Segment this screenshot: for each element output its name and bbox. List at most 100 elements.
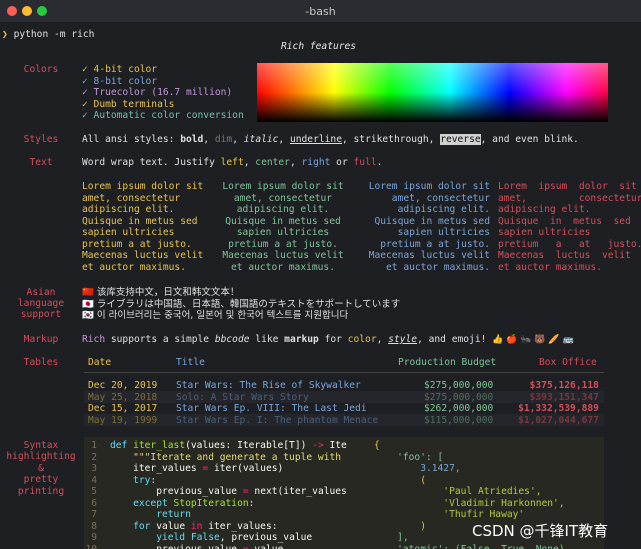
terminal-window: -bash ❯ python -m rich Rich features Col… [0, 0, 641, 549]
label-syntax-2: highlighting [6, 451, 76, 462]
pretty-print-line: 3.1427, [374, 463, 461, 474]
lorem-line: adipiscing elit. [498, 204, 591, 215]
label-asian-line1: Asian [26, 287, 56, 298]
table-cell-budget: $262,000,000 [424, 403, 494, 414]
prompt-arrow: ❯ [2, 29, 8, 40]
code-token: previous_value [110, 486, 243, 497]
color-feature-item: ✓ 8-bit color [82, 75, 158, 87]
style-italic: italic [243, 134, 279, 145]
code-token: (values: Iterable[T]) [185, 440, 313, 451]
code-token: value [248, 543, 284, 549]
justify-center-word: center [255, 157, 290, 168]
style-reverse: reverse [440, 134, 481, 145]
code-token: iter(values) [208, 463, 284, 474]
label-syntax-1: Syntax [23, 440, 59, 451]
lorem-line: et auctor maximus. [498, 261, 602, 273]
wrap-justify-line: Word wrap text. Justify left, center, ri… [82, 157, 383, 168]
prompt-line: ❯ python -m rich [2, 29, 94, 41]
flag-icon: 🇰🇷 [82, 310, 94, 321]
label-syntax-5: printing [17, 486, 65, 497]
code-line: iter_values = iter(values) [110, 463, 283, 475]
markup-color-word: color [347, 334, 377, 345]
lorem-line: Quisque in metus sed [498, 215, 631, 227]
table-header-rule [84, 372, 604, 373]
justify-full-word: full [353, 157, 377, 168]
label-styles: Styles [23, 134, 59, 145]
pretty-print-line: { [374, 440, 380, 451]
asian-sample-line: 🇯🇵 ライブラリは中国語、日本語、韓国語のテキストをサポートしています [82, 299, 400, 311]
label-markup: Markup [23, 334, 59, 345]
lorem-line: Maecenas luctus velit [368, 250, 490, 261]
lorem-line: et auctor maximus. [82, 261, 186, 273]
table-header-date: Date [88, 357, 112, 368]
lorem-line: sapien ultricies [498, 227, 591, 238]
code-token: iter_values: [208, 520, 278, 532]
table-cell-budget: $275,000,000 [424, 391, 494, 403]
label-text: Text [29, 157, 53, 168]
code-token: return [110, 509, 191, 520]
code-token: : [248, 497, 255, 509]
table-cell-date: Dec 15, 2017 [88, 403, 158, 414]
code-token: in [190, 520, 209, 532]
title-bar: -bash [0, 0, 641, 22]
features-heading: Rich features [281, 41, 357, 52]
lorem-line: Lorem ipsum dolor sit [498, 181, 637, 192]
lorem-line: Maecenas luctus velit [82, 250, 204, 261]
asian-sample-line: 🇰🇷 이 라이브러리는 중국어, 일본어 및 한국어 텍스트를 지원합니다 [82, 310, 348, 322]
code-token: StopIteration [173, 497, 249, 509]
flag-icon: 🇨🇳 [82, 287, 94, 298]
code-token: """Iterate and generate a tuple with [110, 451, 342, 463]
lorem-line: Lorem ipsum dolor sit [222, 181, 344, 192]
lorem-line: amet, consectetur [391, 192, 490, 204]
code-line-number: 2 [91, 451, 97, 463]
code-line-number: 7 [91, 509, 97, 520]
code-line-number: 10 [85, 543, 97, 549]
lorem-line: Lorem ipsum dolor sit [368, 181, 490, 192]
markup-style-word: style [388, 334, 418, 345]
lorem-line: Quisque in metus sed [82, 215, 198, 227]
code-line-number: 5 [91, 486, 97, 497]
code-token: Ite [323, 440, 347, 451]
csdn-watermark: CSDN @千锋IT教育 [472, 522, 609, 540]
styles-suffix: , and even blink. [480, 134, 579, 145]
lorem-right-aligned: Lorem ipsum dolor sit amet, consectetur ad… [368, 181, 490, 273]
justify-left-word: left [220, 157, 244, 168]
table-cell-box-office: $1,332,539,889 [518, 403, 599, 414]
code-token: False [190, 532, 220, 543]
code-token: previous_value [110, 543, 243, 549]
table-header-budget: Production Budget [398, 357, 497, 368]
code-line: yield False, previous_value [110, 532, 312, 544]
style-dim: dim [214, 134, 233, 145]
pretty-print-line: ( [374, 474, 426, 486]
lorem-line: sapien ultricies [236, 227, 330, 238]
lorem-center-aligned: Lorem ipsum dolor sit amet, consectetur ad… [222, 181, 344, 273]
code-token: -> [312, 440, 324, 451]
asian-sample-text: ライブラリは中国語、日本語、韓国語のテキストをサポートしています [93, 298, 401, 310]
color-feature-item: ✓ Automatic color conversion [82, 110, 244, 121]
lorem-line: pretium a at justo. [498, 238, 641, 250]
table-cell-box-office: $393,151,347 [529, 391, 599, 403]
lorem-line: Quisque in metus sed [374, 215, 490, 227]
code-token: : [150, 474, 157, 486]
code-token: except [110, 497, 174, 509]
color-feature-item: ✓ Dumb terminals [82, 98, 175, 110]
code-line: def iter_last(values: Iterable[T]) -> It… [110, 440, 347, 452]
lorem-line: adipiscing elit. [82, 204, 175, 215]
label-syntax-4: pretty [23, 474, 59, 485]
code-token: def [110, 440, 134, 451]
code-line: return [110, 509, 191, 521]
markup-bbcode-word: bbcode [214, 334, 250, 345]
table-row-stripe [84, 391, 604, 403]
table-cell-budget: $115,000,000 [424, 414, 494, 426]
code-line: """Iterate and generate a tuple with [110, 452, 341, 464]
lorem-line: pretium a at justo. [82, 238, 192, 250]
style-underline: underline [289, 134, 342, 145]
label-tables: Tables [23, 357, 59, 368]
table-cell-title: Star Wars: The Rise of Skywalker [176, 380, 361, 391]
lorem-line: Quisque in metus sed [225, 215, 341, 227]
markup-emoji: 👍 🍎 🐜 🐻 🥖 🚌 [492, 335, 574, 345]
label-asian-line3: support [20, 309, 62, 320]
code-line: previous_value = value [110, 544, 283, 549]
table-cell-title: Solo: A Star Wars Story [176, 391, 309, 403]
table-header-title: Title [176, 357, 205, 368]
